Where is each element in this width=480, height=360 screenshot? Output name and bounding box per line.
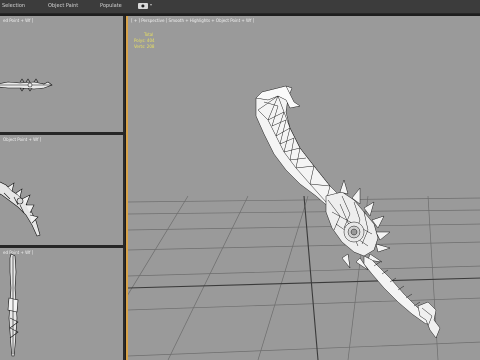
stats-overlay: Total Polys: 404 Verts: 208: [134, 32, 155, 50]
viewport-top[interactable]: ed Point + Wf ]: [0, 16, 125, 132]
viewport-front[interactable]: Object Point + Wf ]: [0, 135, 125, 245]
viewport-label-perspective[interactable]: [ + ] Perspective ] Smooth + Highlights …: [131, 18, 254, 23]
mesh-front-view: [0, 181, 41, 237]
stats-verts: Verts: 208: [134, 44, 155, 49]
tab-selection[interactable]: Selection: [0, 1, 29, 12]
viewport-label-left[interactable]: ed Point + Wf ]: [3, 250, 33, 255]
viewport-perspective[interactable]: [ + ] Perspective ] Smooth + Highlights …: [126, 16, 480, 360]
chevron-down-icon[interactable]: ▾: [150, 2, 152, 7]
ground-grid: [128, 195, 480, 360]
viewport-left[interactable]: ed Point + Wf ]: [0, 248, 125, 360]
viewport-label-front[interactable]: Object Point + Wf ]: [3, 137, 41, 142]
tab-populate[interactable]: Populate: [96, 1, 126, 12]
viewport-label-top[interactable]: ed Point + Wf ]: [3, 18, 33, 23]
mesh-left-view: [7, 253, 19, 357]
mesh-top-view: [0, 78, 53, 92]
tab-object-paint[interactable]: Object Paint: [44, 1, 82, 12]
perspective-scene: [128, 85, 480, 360]
ribbon-toggle-button[interactable]: ●: [138, 3, 148, 9]
ribbon-bar: Selection Object Paint Populate ● ▾: [0, 0, 480, 14]
